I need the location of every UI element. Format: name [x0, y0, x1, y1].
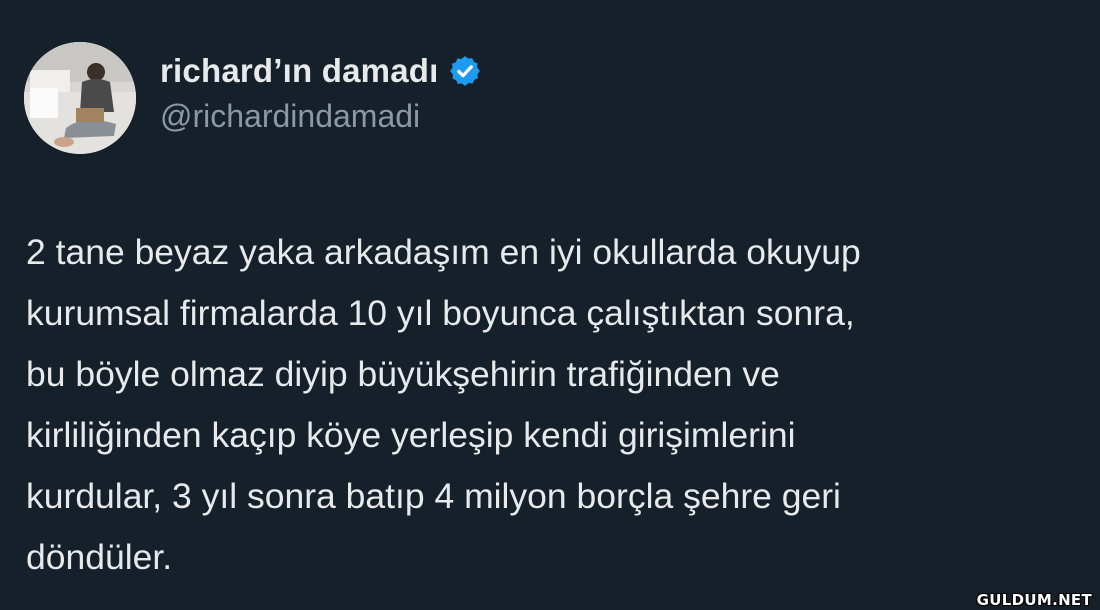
tweet-line: 2 tane beyaz yaka arkadaşım en iyi okull…	[26, 232, 861, 272]
tweet-header: richard’ın damadı @richardindamadi	[24, 42, 482, 154]
tweet-line: kurdular, 3 yıl sonra batıp 4 milyon bor…	[26, 476, 841, 516]
tweet-line: döndüler.	[26, 537, 173, 577]
tweet-line: bu böyle olmaz diyip büyükşehirin trafiğ…	[26, 354, 780, 394]
verified-badge-icon	[448, 54, 482, 88]
tweet-line: kurumsal firmalarda 10 yıl boyunca çalış…	[26, 293, 855, 333]
tweet-line: kirliliğinden kaçıp köye yerleşip kendi …	[26, 415, 796, 455]
tweet-text: 2 tane beyaz yaka arkadaşım en iyi okull…	[26, 222, 1066, 588]
avatar[interactable]	[24, 42, 136, 154]
watermark: GULDUM.NET	[976, 591, 1092, 609]
author-handle[interactable]: @richardindamadi	[160, 98, 482, 135]
author-names: richard’ın damadı @richardindamadi	[160, 52, 482, 135]
display-name-row: richard’ın damadı	[160, 52, 482, 90]
display-name[interactable]: richard’ın damadı	[160, 52, 438, 90]
profile-photo-icon	[24, 42, 136, 154]
